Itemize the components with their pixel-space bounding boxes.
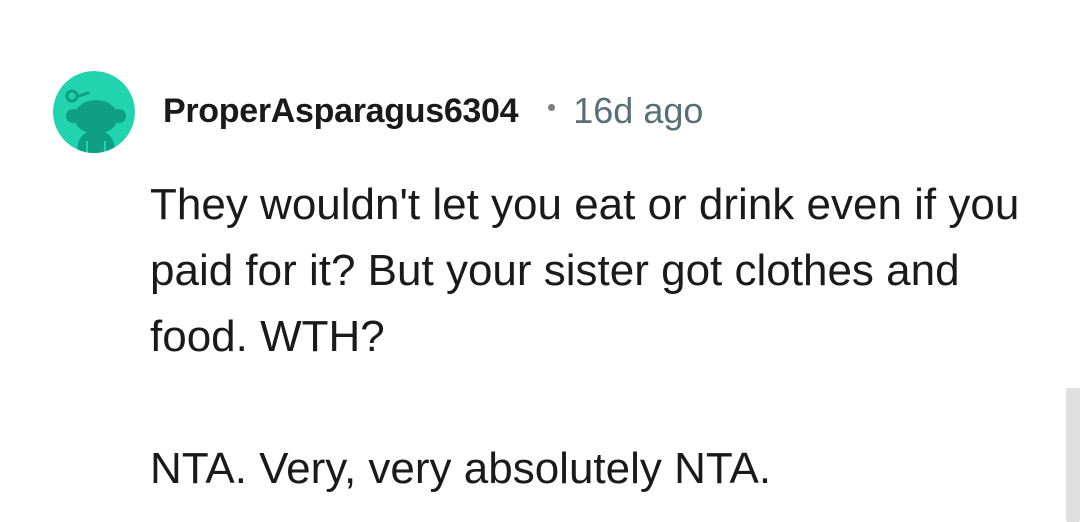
comment: ProperAsparagus6304 16d ago They wouldn'… [0,0,1080,522]
user-avatar[interactable] [53,71,135,153]
comment-timestamp: 16d ago [573,90,704,131]
reddit-snoo-avatar-icon [53,71,135,153]
scrollbar-thumb[interactable] [1066,388,1080,522]
separator-dot [548,103,556,111]
comment-body: They wouldn't let you eat or drink even … [150,172,1030,502]
comment-header: ProperAsparagus6304 16d ago [163,88,703,134]
username-link[interactable]: ProperAsparagus6304 [163,92,519,131]
comment-paragraph: NTA. Very, very absolutely NTA. [150,444,772,493]
comment-paragraph: They wouldn't let you eat or drink even … [150,180,1020,361]
